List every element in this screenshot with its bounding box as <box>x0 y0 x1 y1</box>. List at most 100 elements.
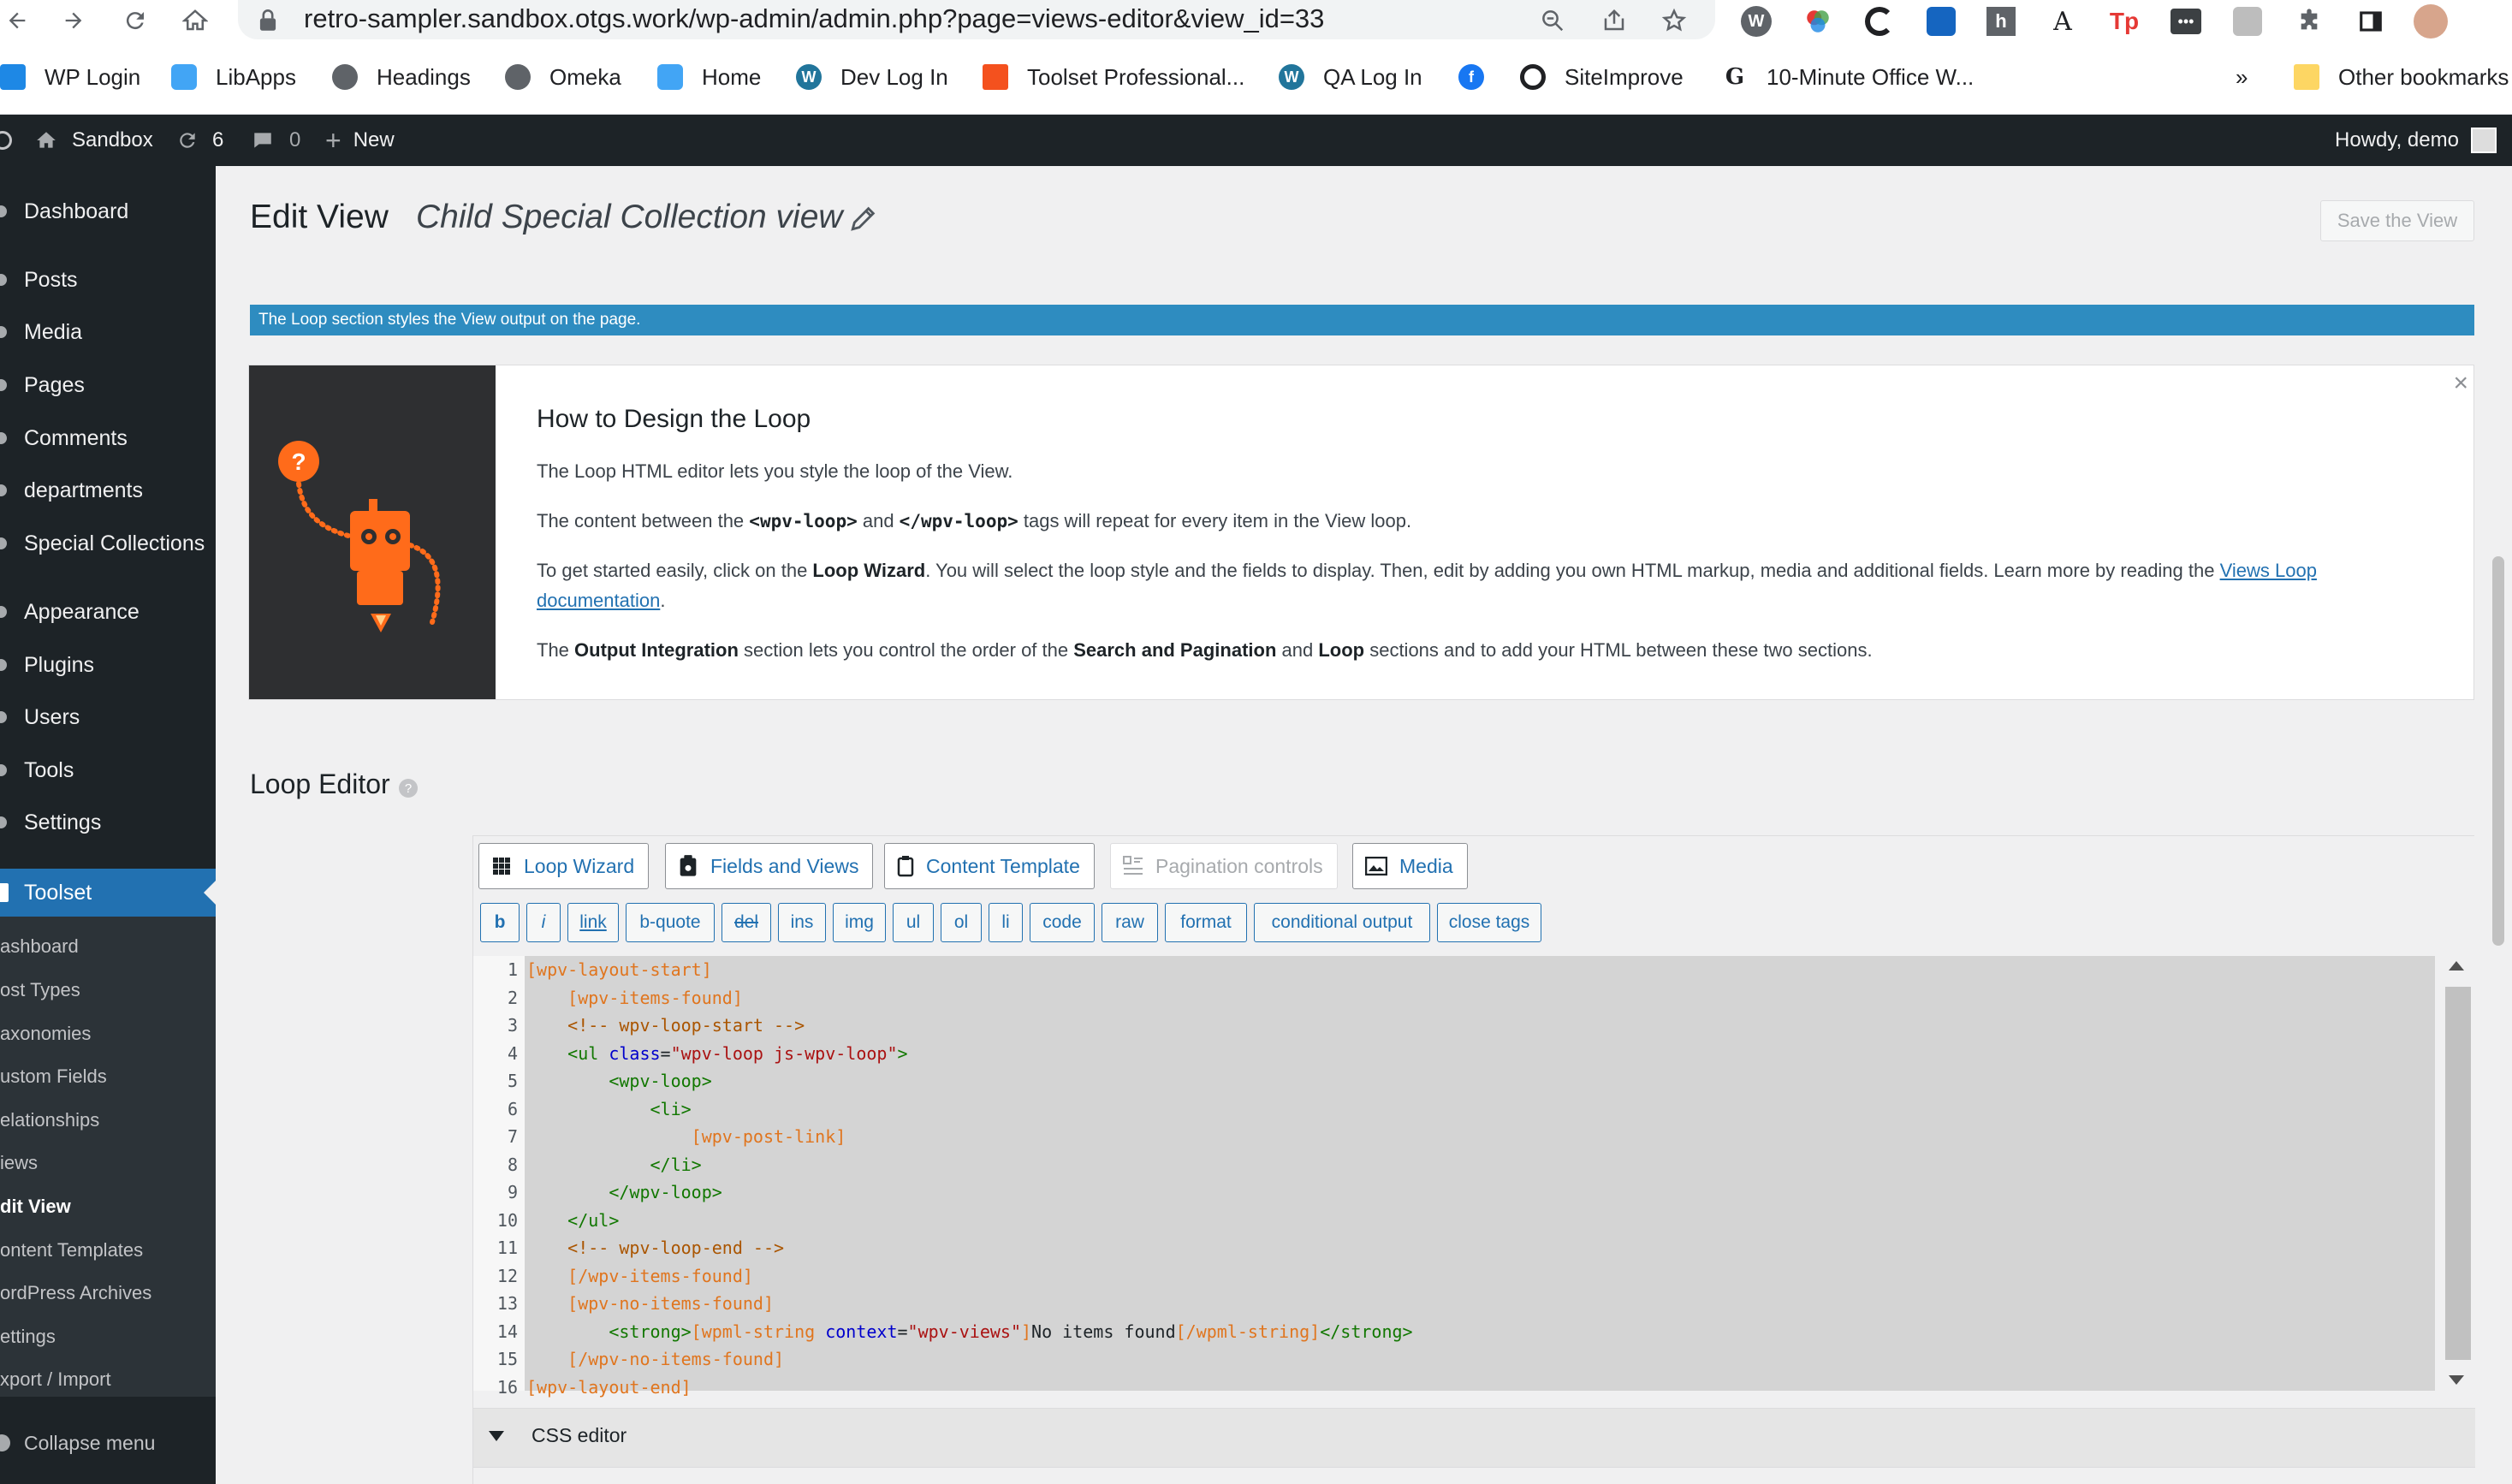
zoom-icon[interactable] <box>1537 5 1568 36</box>
menu-settings[interactable]: Settings <box>0 800 216 845</box>
qt-format-button[interactable]: format <box>1165 903 1247 942</box>
bookmark-dev-log-in[interactable]: W Dev Log In <box>796 58 948 96</box>
bookmark-10-minute-office[interactable]: G 10-Minute Office W... <box>1722 58 1974 96</box>
save-view-button[interactable]: Save the View <box>2320 200 2474 241</box>
qt-ul-button[interactable]: ul <box>893 903 934 942</box>
profile-avatar-icon[interactable] <box>2414 4 2448 39</box>
extension-person-icon[interactable] <box>2230 4 2265 39</box>
menu-special-collections[interactable]: Special Collections <box>0 521 216 566</box>
adminbar-new[interactable]: + New <box>325 115 395 166</box>
qt-li-button[interactable]: li <box>989 903 1023 942</box>
submenu-relationships[interactable]: elationships <box>0 1103 216 1137</box>
css-editor-toggle[interactable]: CSS editor <box>473 1408 2475 1468</box>
scroll-up-icon[interactable] <box>2449 961 2464 971</box>
bookmark-headings[interactable]: Headings <box>332 58 471 96</box>
extension-g-icon[interactable] <box>1862 4 1897 39</box>
bookmark-facebook[interactable]: f <box>1458 58 1503 96</box>
extension-dots-icon[interactable]: ••• <box>2169 4 2203 39</box>
submenu-settings[interactable]: ettings <box>0 1320 216 1354</box>
qt-raw-button[interactable]: raw <box>1102 903 1158 942</box>
documentation-link[interactable]: documentation <box>537 590 660 611</box>
submenu-content-templates[interactable]: ontent Templates <box>0 1233 216 1267</box>
back-icon[interactable] <box>0 3 34 38</box>
bookmark-toolset[interactable]: Toolset Professional... <box>983 58 1244 96</box>
url-text[interactable]: retro-sampler.sandbox.otgs.work/wp-admin… <box>304 3 1324 34</box>
qt-conditional-output-button[interactable]: conditional output <box>1254 903 1430 942</box>
bookmark-home[interactable]: Home <box>657 58 761 96</box>
menu-pages[interactable]: Pages <box>0 363 216 407</box>
qt-code-button[interactable]: code <box>1030 903 1095 942</box>
pagination-controls-button[interactable]: Pagination controls <box>1110 843 1338 889</box>
qt-ins-button[interactable]: ins <box>778 903 826 942</box>
submenu-dashboard[interactable]: ashboard <box>0 929 216 964</box>
fields-and-views-button[interactable]: Fields and Views <box>665 843 874 889</box>
extension-tp-icon[interactable]: Tp <box>2107 4 2141 39</box>
adminbar-updates[interactable]: 6 <box>175 115 223 166</box>
qt-link-button[interactable]: link <box>567 903 619 942</box>
bookmark-siteimprove[interactable]: SiteImprove <box>1520 58 1684 96</box>
extension-wa-icon[interactable]: A <box>2046 4 2080 39</box>
qt-bquote-button[interactable]: b-quote <box>626 903 715 942</box>
reload-icon[interactable] <box>118 3 152 38</box>
adminbar-account[interactable]: Howdy, demo <box>2335 115 2497 166</box>
submenu-edit-view[interactable]: dit View <box>0 1190 216 1224</box>
menu-users[interactable]: Users <box>0 695 216 739</box>
menu-toolset[interactable]: Toolset <box>0 869 216 917</box>
extensions-puzzle-icon[interactable] <box>2292 4 2326 39</box>
adminbar-comments[interactable]: 0 <box>252 115 300 166</box>
view-name[interactable]: Child Special Collection view <box>416 199 843 236</box>
help-question-icon[interactable]: ? <box>399 779 418 798</box>
bookmarks-overflow-button[interactable]: » <box>2236 58 2248 96</box>
qt-img-button[interactable]: img <box>833 903 886 942</box>
menu-dashboard[interactable]: Dashboard <box>0 189 216 234</box>
submenu-export-import[interactable]: xport / Import <box>0 1362 216 1397</box>
content-template-button[interactable]: Content Template <box>884 843 1095 889</box>
close-icon[interactable]: × <box>2453 369 2468 398</box>
collapse-menu-button[interactable]: Collapse menu <box>0 1421 216 1465</box>
submenu-taxonomies[interactable]: axonomies <box>0 1017 216 1051</box>
submenu-views[interactable]: iews <box>0 1146 216 1180</box>
bookmark-libapps[interactable]: LibApps <box>171 58 296 96</box>
qt-close-tags-button[interactable]: close tags <box>1437 903 1541 942</box>
bookmark-favicon-icon <box>0 64 26 90</box>
media-button[interactable]: Media <box>1352 843 1468 889</box>
home-icon[interactable] <box>178 3 212 38</box>
address-bar[interactable]: retro-sampler.sandbox.otgs.work/wp-admin… <box>238 0 1715 39</box>
qt-del-button[interactable]: del <box>722 903 771 942</box>
views-loop-link[interactable]: Views Loop <box>2220 560 2317 581</box>
scrollbar-thumb[interactable] <box>2445 987 2471 1360</box>
code-editor[interactable]: 1 2 3 4 5 6 7 8 9 10 11 12 13 14 15 16 [… <box>473 956 2475 1398</box>
menu-media[interactable]: Media <box>0 310 216 354</box>
bookmark-wp-login[interactable]: WP Login <box>0 58 140 96</box>
extension-color-icon[interactable] <box>1801 4 1835 39</box>
bookmark-qa-log-in[interactable]: W QA Log In <box>1279 58 1422 96</box>
loop-wizard-button[interactable]: Loop Wizard <box>478 843 650 889</box>
extension-w-icon[interactable]: W <box>1739 4 1773 39</box>
menu-plugins[interactable]: Plugins <box>0 643 216 687</box>
extension-h-icon[interactable]: h <box>1984 4 2018 39</box>
page-scrollbar-thumb[interactable] <box>2492 556 2504 946</box>
menu-departments[interactable]: departments <box>0 468 216 513</box>
adminbar-site[interactable]: Sandbox <box>34 115 153 166</box>
scroll-down-icon[interactable] <box>2449 1375 2464 1385</box>
menu-posts[interactable]: Posts <box>0 258 216 302</box>
pencil-icon[interactable] <box>849 204 878 237</box>
submenu-post-types[interactable]: ost Types <box>0 973 216 1007</box>
share-icon[interactable] <box>1599 5 1630 36</box>
submenu-wordpress-archives[interactable]: ordPress Archives <box>0 1276 216 1310</box>
menu-tools[interactable]: Tools <box>0 748 216 792</box>
qt-ol-button[interactable]: ol <box>941 903 982 942</box>
side-panel-icon[interactable] <box>2354 4 2388 39</box>
bookmark-omeka[interactable]: Omeka <box>505 58 621 96</box>
qt-italic-button[interactable]: i <box>526 903 561 942</box>
submenu-custom-fields[interactable]: ustom Fields <box>0 1060 216 1094</box>
wp-logo-icon[interactable] <box>0 115 12 166</box>
qt-bold-button[interactable]: b <box>480 903 520 942</box>
extension-chat-icon[interactable] <box>1924 4 1958 39</box>
menu-comments[interactable]: Comments <box>0 416 216 460</box>
bookmark-other[interactable]: Other bookmarks <box>2294 58 2509 96</box>
bookmark-star-icon[interactable] <box>1659 5 1690 36</box>
forward-icon[interactable] <box>56 3 91 38</box>
menu-appearance[interactable]: Appearance <box>0 590 216 634</box>
editor-scrollbar[interactable] <box>2435 956 2475 1391</box>
